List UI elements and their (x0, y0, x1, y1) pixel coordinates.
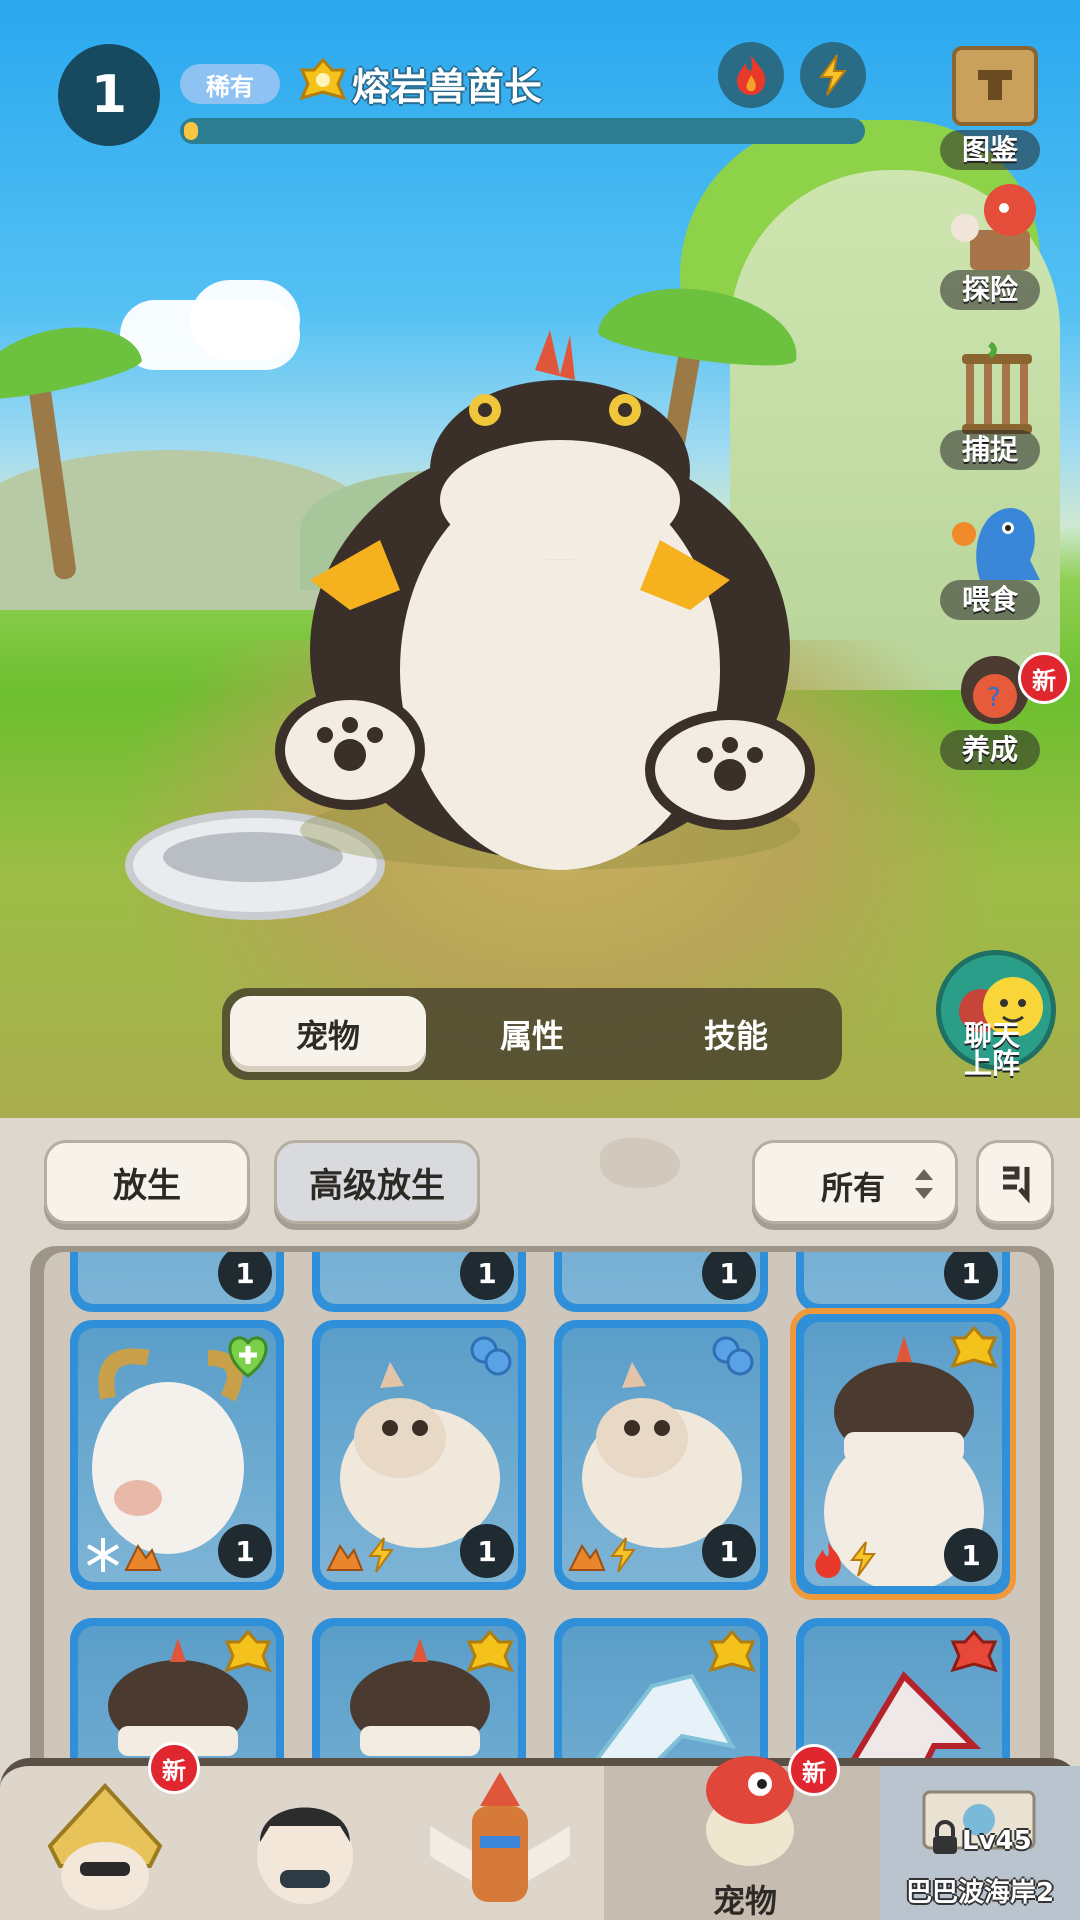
fire-icon (815, 1542, 841, 1578)
locked-level: Lv45 (962, 1826, 1032, 1856)
tab-pet[interactable]: 宠物 (230, 996, 426, 1072)
codex-label: 图鉴 (940, 130, 1040, 170)
hero-avatar-icon (430, 1772, 570, 1902)
pet-card[interactable]: 1 (312, 1252, 526, 1312)
new-badge: 新 (788, 1744, 840, 1796)
explore-label: 探险 (940, 270, 1040, 310)
earth-icon (124, 1544, 162, 1571)
train-label: 养成 (940, 730, 1040, 770)
pet-card-level: 1 (944, 1528, 998, 1582)
cage-icon (962, 341, 1032, 434)
pet-level: 1 (58, 44, 160, 146)
pet-card-squirrel[interactable]: 1 (554, 1320, 768, 1590)
red-rank-icon (950, 1629, 998, 1673)
fire-element-button[interactable] (718, 42, 784, 108)
release-button[interactable]: 放生 (44, 1140, 250, 1224)
lightning-icon (849, 1541, 876, 1577)
new-badge: 新 (1018, 652, 1070, 704)
svg-text:?: ? (987, 683, 1001, 713)
lock-icon (933, 1820, 957, 1854)
new-badge: 新 (148, 1742, 200, 1794)
lava-chief-creature[interactable] (270, 330, 830, 890)
explore-button[interactable]: 探险 (930, 180, 1060, 310)
pet-card-level: 1 (460, 1524, 514, 1578)
earth-icon (326, 1544, 364, 1571)
feed-label: 喂食 (940, 580, 1040, 620)
nav-hero-2[interactable] (230, 1766, 380, 1920)
lightning-element-button[interactable] (800, 42, 866, 108)
element-icons (84, 1536, 162, 1576)
element-icons (568, 1536, 638, 1576)
lightning-icon (819, 54, 847, 96)
gold-rank-icon (950, 1325, 998, 1369)
deploy-text: 上阵 (963, 1047, 1020, 1080)
element-icons (326, 1536, 396, 1576)
ice-icon (86, 1538, 120, 1572)
gold-rank-icon (708, 1629, 756, 1673)
chat-text: 聊天 (963, 1019, 1020, 1052)
xp-fill (184, 122, 198, 140)
pet-card-level: 1 (218, 1524, 272, 1578)
gold-rank-icon (466, 1629, 514, 1673)
lightning-icon (609, 1537, 636, 1573)
feed-icon (952, 508, 1040, 580)
tab-attributes[interactable]: 属性 (434, 996, 630, 1072)
nav-hero-3[interactable] (420, 1766, 580, 1920)
pet-name: 熔岩兽酋长 (352, 65, 543, 109)
sort-button[interactable] (976, 1140, 1054, 1224)
pet-card-white-yak[interactable]: 1 (70, 1320, 284, 1590)
codex-book-icon (952, 46, 1038, 126)
sort-arrows-icon (915, 1169, 933, 1199)
heal-icon (228, 1336, 268, 1378)
pet-card[interactable]: 1 (70, 1252, 284, 1312)
lightning-icon (367, 1537, 394, 1573)
earth-icon (568, 1544, 606, 1571)
pet-tabs: 宠物 属性 技能 (222, 988, 842, 1080)
pet-card-level: 1 (702, 1524, 756, 1578)
element-icons (810, 1540, 878, 1580)
sort-icon (1003, 1166, 1030, 1204)
pet-card[interactable]: 1 (796, 1252, 1010, 1312)
nav-pets-label: 宠物 (712, 1882, 777, 1920)
wind-icon (712, 1336, 754, 1376)
filter-select[interactable]: 所有 (752, 1140, 958, 1224)
hero-avatar-icon (257, 1807, 353, 1904)
advanced-release-button[interactable]: 高级放生 (274, 1140, 480, 1224)
capture-label: 捕捉 (940, 430, 1040, 470)
decoration (600, 1138, 680, 1188)
gold-rank-icon (299, 57, 347, 101)
explore-icon (951, 184, 1036, 270)
locked-area-name: 巴巴波海岸2 (905, 1878, 1055, 1908)
wind-icon (470, 1336, 512, 1376)
rarity-badge: 稀有 (180, 64, 280, 104)
pet-card-squirrel[interactable]: 1 (312, 1320, 526, 1590)
filter-value: 所有 (821, 1169, 886, 1207)
codex-button[interactable]: 图鉴 (930, 40, 1060, 170)
fire-icon (737, 55, 766, 95)
capture-button[interactable]: 捕捉 (930, 340, 1060, 470)
feed-button[interactable]: 喂食 (930, 490, 1060, 620)
tab-skills[interactable]: 技能 (638, 996, 834, 1072)
nav-hero-1[interactable] (30, 1766, 180, 1920)
chat-label: 聊天 上阵 (940, 1022, 1044, 1078)
xp-bar (180, 118, 865, 144)
pet-card-lava-chief-selected[interactable]: 1 (790, 1308, 1016, 1600)
gold-rank-icon (224, 1629, 272, 1673)
pet-grid: 1 1 1 1 1 1 1 1 (44, 1252, 1040, 1812)
pet-card[interactable]: 1 (554, 1252, 768, 1312)
